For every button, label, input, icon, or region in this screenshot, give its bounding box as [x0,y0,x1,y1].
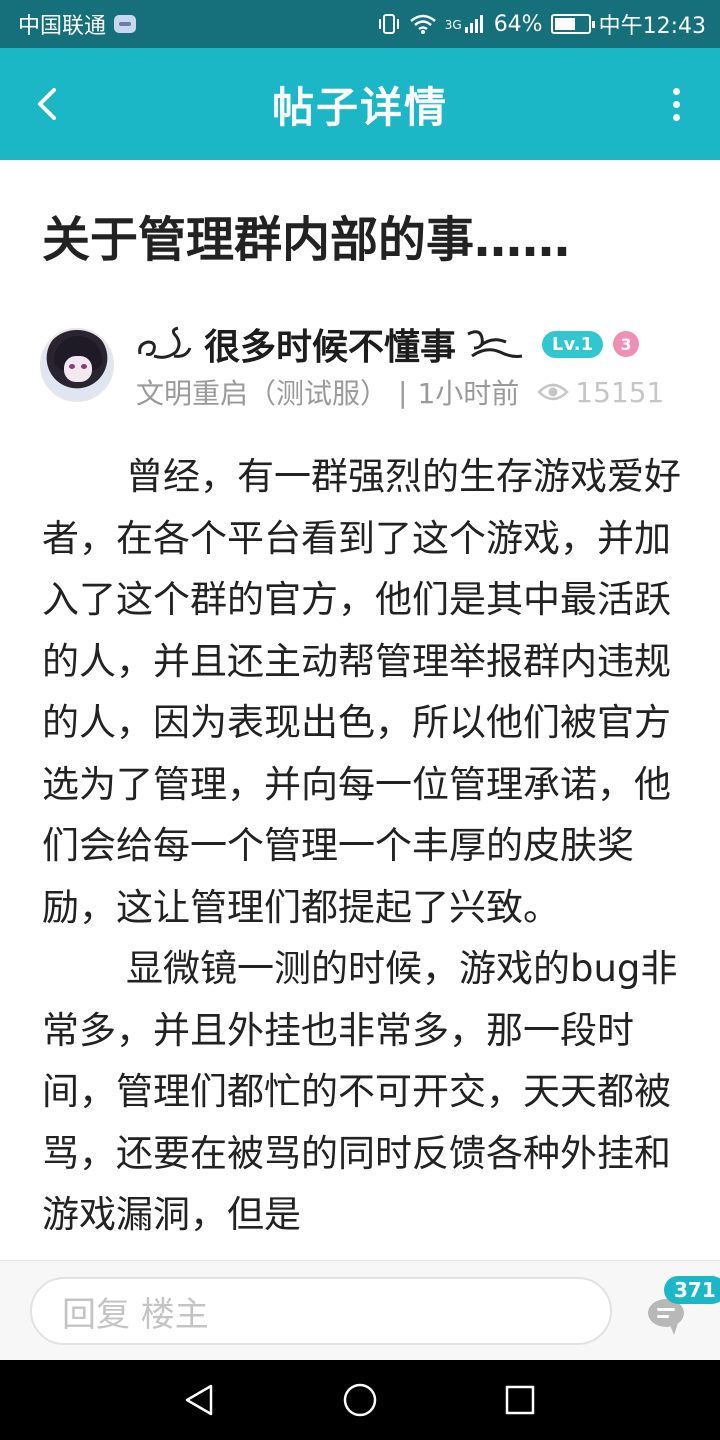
server-name[interactable]: 文明重启（测试服） [136,372,388,412]
battery-level [554,18,576,30]
wifi-icon [409,14,436,34]
nav-home-button[interactable] [338,1378,382,1422]
battery-percent: 64% [493,11,543,37]
more-dot [672,100,680,108]
status-left: 中国联通 [18,8,137,40]
status-right: 3G 64% 中午12:43 [377,8,706,40]
post-title: 关于管理群内部的事…… [42,212,571,268]
carrier-label: 中国联通 [18,14,107,39]
post-paragraph: 显微镜一测的时候，游戏的bug非常多，并且外挂也非常多，那一段时间，管理们都忙的… [42,947,678,1236]
back-arrow-icon [38,88,56,120]
name-decoration-right-icon [467,330,523,358]
meta-separator: | [398,375,408,409]
battery-icon [550,14,595,34]
author-avatar[interactable] [40,328,114,402]
reply-bar: 回复 楼主 [0,1260,720,1360]
nav-recent-icon [505,1385,535,1415]
chat-notification-icon [114,15,137,33]
more-dot [672,113,680,121]
status-bar: 中国联通 3G 64% 中午12:43 [0,0,720,48]
post-body: 曾经，有一群强烈的生存游戏爱好者，在各个平台看到了这个游戏，并加入了这个群的官方… [42,446,682,1260]
author-name[interactable]: 很多时候不懂事 [204,318,456,370]
reply-input[interactable]: 回复 楼主 [30,1277,612,1345]
nav-back-button[interactable] [178,1378,222,1422]
post-paragraph: 曾经，有一群强烈的生存游戏爱好者，在各个平台看到了这个游戏，并加入了这个群的官方… [42,455,681,929]
view-count-value: 15151 [575,375,665,409]
view-count: 15151 [537,376,664,409]
system-nav-bar [0,1360,720,1440]
nav-back-icon [185,1384,213,1416]
avatar-eye [69,364,75,369]
level-badge: Lv.1 [542,330,604,358]
author-row: 很多时候不懂事 Lv.1 3 [136,318,640,370]
page-title: 帖子详情 [271,82,448,132]
more-options-button[interactable] [666,84,686,124]
nav-recent-button[interactable] [498,1378,542,1422]
network-type: 3G [444,18,462,32]
avatar-eye [81,364,87,369]
more-vertical-icon [672,87,680,95]
avatar-face [64,356,92,382]
post-time: 1小时前 [417,377,520,410]
signal-icon [464,15,483,33]
eye-icon [537,383,570,401]
back-button[interactable] [26,84,66,124]
post-meta: 文明重启（测试服） | 1小时前 15151 [136,372,664,412]
clock: 中午12:43 [598,14,706,39]
vibrate-icon [378,14,399,34]
comment-count-badge: 371 [664,1276,720,1304]
name-decoration-left-icon [138,326,192,359]
nav-home-icon [343,1383,377,1417]
app-header: 帖子详情 [0,48,720,160]
reply-placeholder: 回复 楼主 [62,1294,209,1335]
rank-badge: 3 [613,331,640,357]
